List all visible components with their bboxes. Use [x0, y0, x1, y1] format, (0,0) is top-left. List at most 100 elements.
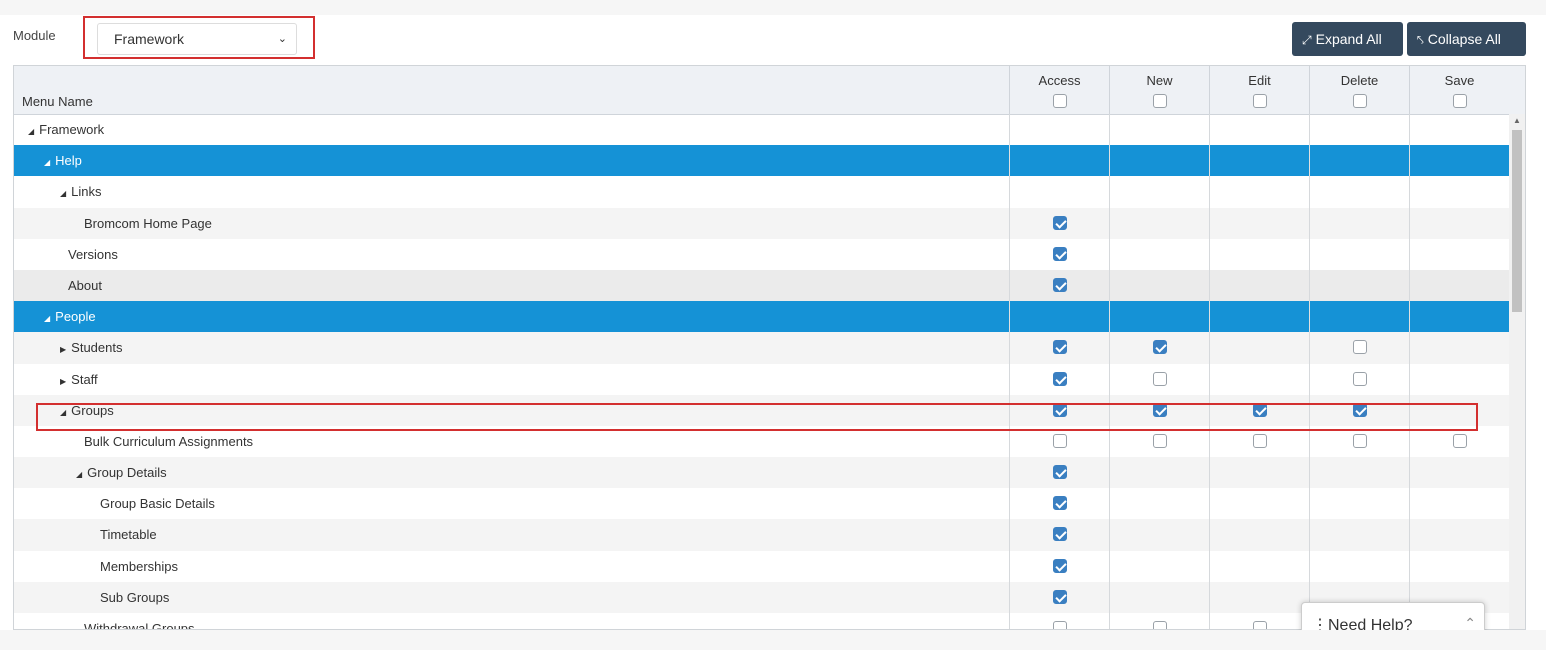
column-header-edit: Edit — [1209, 66, 1309, 114]
menu-item-label: Bulk Curriculum Assignments — [84, 433, 254, 449]
menu-item-label: Versions — [68, 246, 118, 262]
permission-cell — [1009, 363, 1109, 395]
access-checkbox[interactable] — [1052, 340, 1067, 355]
collapse-all-button[interactable]: ⤣ Collapse All — [1407, 22, 1526, 56]
collapse-arrow-icon[interactable]: ◢ — [60, 178, 66, 209]
permissions-grid: Menu Name Access New Edit Delete Save ◢ Frame… — [13, 65, 1526, 630]
new-checkbox[interactable] — [1152, 340, 1167, 355]
permission-cell — [1109, 457, 1209, 489]
permission-cell — [1209, 332, 1309, 364]
menu-item-name[interactable]: ▶ Students — [60, 332, 122, 365]
page-bottom — [0, 630, 1546, 650]
table-row[interactable]: Group Basic Details — [14, 488, 1509, 520]
table-row[interactable]: Timetable — [14, 519, 1509, 551]
table-row[interactable]: ◢ Help — [14, 145, 1509, 178]
scroll-up-icon[interactable]: ▲ — [1509, 116, 1525, 125]
new-checkbox[interactable] — [1152, 371, 1167, 386]
access-checkbox[interactable] — [1052, 589, 1067, 604]
access-checkbox[interactable] — [1052, 277, 1067, 292]
new-checkbox[interactable] — [1152, 621, 1167, 629]
delete-checkbox[interactable] — [1352, 371, 1367, 386]
expand-arrow-icon[interactable]: ▶ — [60, 334, 66, 365]
permission-cell — [1209, 301, 1309, 333]
expand-arrow-icon[interactable]: ▶ — [60, 366, 66, 397]
menu-item-name[interactable]: ◢ Links — [60, 176, 102, 209]
access-checkbox[interactable] — [1052, 527, 1067, 542]
column-header-label: Edit — [1248, 73, 1271, 88]
table-row[interactable]: ◢ Framework — [14, 114, 1509, 147]
delete-checkbox[interactable] — [1352, 340, 1367, 355]
access-checkbox[interactable] — [1052, 496, 1067, 511]
table-row[interactable]: About — [14, 269, 1509, 302]
permission-cell — [1409, 114, 1509, 146]
table-row[interactable]: Memberships — [14, 550, 1509, 582]
access-checkbox[interactable] — [1052, 433, 1067, 448]
permission-cell — [1009, 457, 1109, 489]
permission-cell — [1009, 207, 1109, 239]
menu-item-name[interactable]: ◢ Group Details — [76, 457, 167, 490]
permission-cell — [1009, 488, 1109, 520]
new-checkbox[interactable] — [1152, 433, 1167, 448]
table-row[interactable]: Versions — [14, 238, 1509, 270]
access-checkbox[interactable] — [1052, 558, 1067, 573]
menu-item-name[interactable]: ◢ Framework — [28, 114, 104, 147]
select-all-delete-checkbox[interactable] — [1352, 94, 1367, 108]
permission-cell — [1109, 363, 1209, 395]
menu-item-name[interactable]: ◢ Help — [44, 145, 82, 178]
save-checkbox[interactable] — [1452, 433, 1467, 448]
table-row[interactable]: Withdrawal Groups — [14, 613, 1509, 629]
permission-cell — [1209, 457, 1309, 489]
menu-item-name[interactable]: Group Basic Details — [92, 488, 215, 519]
table-row[interactable]: ◢ People — [14, 301, 1509, 334]
menu-item-label: Timetable — [100, 527, 157, 543]
table-row[interactable]: Bromcom Home Page — [14, 207, 1509, 239]
table-row[interactable]: ◢ Group Details — [14, 457, 1509, 490]
column-header-label: Access — [1038, 73, 1081, 88]
menu-item-name[interactable]: Memberships — [92, 551, 178, 582]
menu-item-name[interactable]: Bromcom Home Page — [76, 208, 212, 239]
table-row[interactable]: ▶ Staff — [14, 363, 1509, 397]
menu-item-name[interactable]: Withdrawal Groups — [76, 613, 195, 629]
menu-item-name[interactable]: Timetable — [92, 519, 157, 550]
permission-cell — [1309, 114, 1409, 146]
collapse-arrow-icon[interactable]: ◢ — [28, 116, 34, 147]
select-all-access-checkbox[interactable] — [1052, 94, 1067, 108]
collapse-icon: ⤣ — [1417, 33, 1424, 47]
menu-item-name[interactable]: Versions — [60, 239, 118, 270]
access-checkbox[interactable] — [1052, 371, 1067, 386]
select-all-save-checkbox[interactable] — [1452, 94, 1467, 108]
menu-item-name[interactable]: ◢ People — [44, 301, 96, 334]
select-all-edit-checkbox[interactable] — [1252, 94, 1267, 108]
expand-all-button[interactable]: ⤢ Expand All — [1292, 22, 1403, 56]
menu-item-name[interactable]: About — [60, 270, 102, 301]
collapse-arrow-icon[interactable]: ◢ — [44, 147, 50, 178]
access-checkbox[interactable] — [1052, 621, 1067, 629]
collapse-all-label: Collapse All — [1427, 31, 1501, 47]
table-row[interactable]: Sub Groups — [14, 581, 1509, 613]
permission-cell — [1309, 519, 1409, 551]
select-all-new-checkbox[interactable] — [1152, 94, 1167, 108]
permission-cell — [1309, 332, 1409, 364]
permission-cell — [1109, 238, 1209, 270]
access-checkbox[interactable] — [1052, 465, 1067, 480]
access-checkbox[interactable] — [1052, 246, 1067, 261]
grid-header: Menu Name Access New Edit Delete Save — [14, 66, 1525, 115]
permission-cell — [1009, 114, 1109, 146]
access-checkbox[interactable] — [1052, 215, 1067, 230]
collapse-arrow-icon[interactable]: ◢ — [76, 459, 82, 490]
table-row[interactable]: ▶ Students — [14, 332, 1509, 365]
edit-checkbox[interactable] — [1252, 433, 1267, 448]
permission-cell — [1109, 301, 1209, 333]
permission-cell — [1409, 363, 1509, 395]
table-row[interactable]: ◢ Links — [14, 176, 1509, 209]
scrollbar-thumb[interactable] — [1512, 130, 1522, 312]
collapse-arrow-icon[interactable]: ◢ — [44, 303, 50, 334]
vertical-scrollbar[interactable]: ▲ — [1509, 114, 1525, 629]
delete-checkbox[interactable] — [1352, 433, 1367, 448]
permission-cell — [1109, 145, 1209, 177]
permission-cell — [1209, 550, 1309, 582]
menu-item-name[interactable]: Sub Groups — [92, 582, 169, 613]
edit-checkbox[interactable] — [1252, 621, 1267, 629]
module-label: Module — [13, 28, 56, 43]
menu-item-name[interactable]: ▶ Staff — [60, 364, 98, 397]
